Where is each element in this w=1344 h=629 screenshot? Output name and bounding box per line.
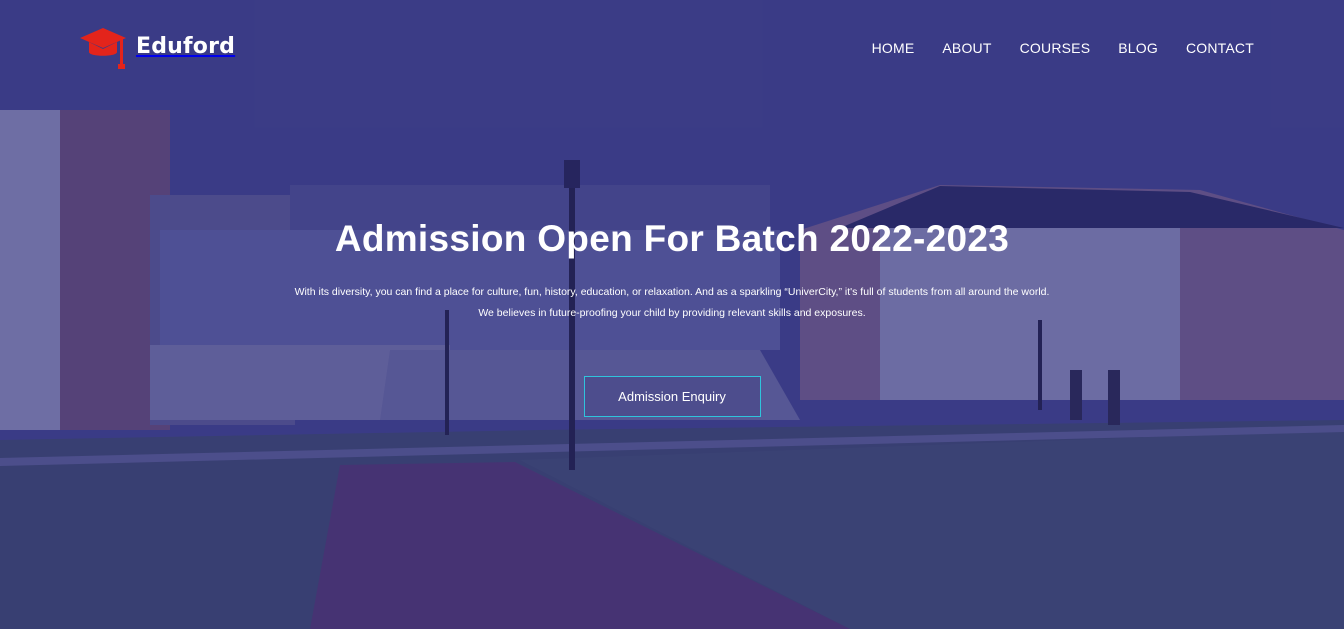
nav-item-about: ABOUT bbox=[942, 40, 991, 58]
nav-link-contact[interactable]: CONTACT bbox=[1186, 40, 1254, 56]
nav-item-contact: CONTACT bbox=[1186, 40, 1254, 58]
navbar: Eduford HOME ABOUT COURSES BLOG CONTACT bbox=[0, 0, 1344, 96]
nav-link-home[interactable]: HOME bbox=[872, 40, 915, 56]
admission-enquiry-button[interactable]: Admission Enquiry bbox=[583, 376, 761, 417]
nav-link-blog[interactable]: BLOG bbox=[1118, 40, 1158, 56]
graduation-cap-icon bbox=[80, 28, 126, 69]
nav-item-courses: COURSES bbox=[1020, 40, 1091, 58]
hero-title: Admission Open For Batch 2022-2023 bbox=[334, 218, 1010, 259]
hero-text-line-1: With its diversity, you can find a place… bbox=[294, 286, 1050, 298]
hero-text-line-2: We believes in future-proofing your chil… bbox=[478, 307, 866, 319]
hero-content: Admission Open For Batch 2022-2023 With … bbox=[0, 218, 1344, 417]
hero-section: Eduford HOME ABOUT COURSES BLOG CONTACT … bbox=[0, 0, 1344, 629]
brand-logo[interactable]: Eduford bbox=[78, 26, 235, 72]
nav-item-blog: BLOG bbox=[1118, 40, 1158, 58]
nav-link-courses[interactable]: COURSES bbox=[1020, 40, 1091, 56]
nav-menu: HOME ABOUT COURSES BLOG CONTACT bbox=[872, 40, 1254, 58]
nav-link-about[interactable]: ABOUT bbox=[942, 40, 991, 56]
nav-item-home: HOME bbox=[872, 40, 915, 58]
hero-description: With its diversity, you can find a place… bbox=[0, 282, 1344, 324]
brand-name: Eduford bbox=[136, 33, 236, 59]
